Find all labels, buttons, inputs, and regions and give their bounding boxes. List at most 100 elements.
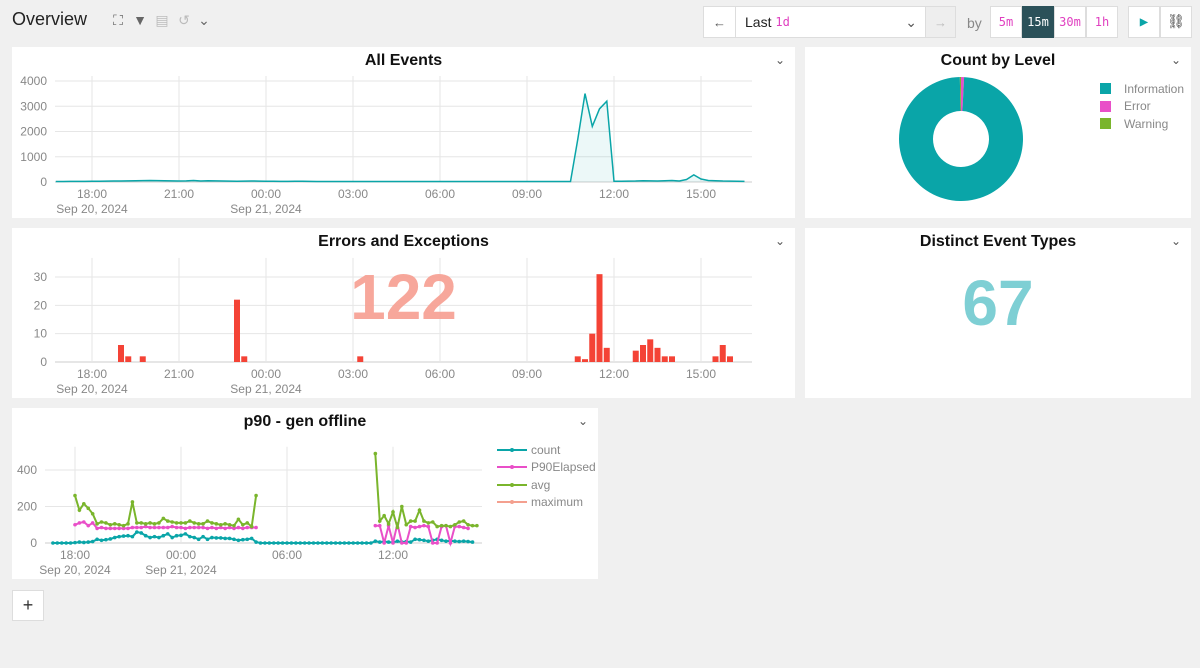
data-point xyxy=(413,525,417,530)
data-point xyxy=(461,525,466,530)
data-point xyxy=(205,519,210,523)
data-point xyxy=(152,522,157,526)
data-point xyxy=(179,521,183,525)
data-point xyxy=(205,526,210,531)
data-point xyxy=(236,525,241,530)
link-button[interactable]: ⛓ xyxy=(1160,6,1192,38)
data-point xyxy=(130,500,135,504)
data-point xyxy=(316,541,320,545)
legend-swatch xyxy=(1100,83,1111,95)
data-point xyxy=(223,536,227,541)
legend-swatch xyxy=(1100,100,1111,112)
undo-icon[interactable]: ↺ xyxy=(176,12,192,29)
y-tick-label: 2000 xyxy=(20,125,47,139)
data-point xyxy=(126,522,130,526)
data-point xyxy=(373,539,378,543)
panel-count-by-level: Count by Level ⌄ Information Error Warni… xyxy=(805,47,1191,218)
data-point xyxy=(157,521,161,525)
data-point xyxy=(444,523,448,528)
interval-1h-button[interactable]: 1h xyxy=(1086,6,1118,38)
error-bar xyxy=(661,356,668,362)
y-tick-label: 0 xyxy=(40,355,47,369)
interval-5m-button[interactable]: 5m xyxy=(990,6,1022,38)
data-point xyxy=(188,525,192,530)
panel-p90: p90 - gen offline ⌄ 0 200 400 18:00 Sep 20, … xyxy=(12,408,598,579)
data-point xyxy=(192,525,197,530)
data-point xyxy=(90,539,95,544)
data-point xyxy=(461,519,466,523)
data-point xyxy=(95,522,99,526)
data-point xyxy=(457,539,462,544)
legend-item[interactable]: Error xyxy=(1100,98,1184,116)
chevron-down-icon[interactable]: ⌄ xyxy=(1171,234,1181,248)
data-point xyxy=(214,526,219,531)
data-point xyxy=(342,541,347,545)
legend-item[interactable]: avg xyxy=(497,476,596,494)
data-point xyxy=(461,539,466,543)
range-select[interactable]: Last 1d ⌄ xyxy=(735,6,926,38)
data-point xyxy=(196,537,201,542)
play-button[interactable]: ▶ xyxy=(1128,6,1160,38)
data-point xyxy=(117,522,121,527)
data-point xyxy=(139,521,144,525)
data-point xyxy=(448,541,453,545)
x-date-label: Sep 21, 2024 xyxy=(230,382,302,396)
add-panel-button[interactable]: + xyxy=(12,590,44,621)
data-point xyxy=(413,537,417,542)
x-tick-label: 00:00 xyxy=(166,548,196,562)
error-bar xyxy=(632,350,639,362)
data-point xyxy=(245,521,250,525)
save-icon[interactable]: ▤ xyxy=(154,12,170,29)
error-bar xyxy=(640,345,646,362)
play-icon: ▶ xyxy=(1139,14,1149,30)
prev-range-button[interactable]: ← xyxy=(703,6,736,38)
data-point xyxy=(165,519,170,523)
data-point xyxy=(404,541,409,545)
legend-item[interactable]: P90Elapsed xyxy=(497,459,596,477)
data-point xyxy=(201,534,205,539)
data-point xyxy=(448,524,453,529)
data-point xyxy=(435,541,439,545)
link-icon: ⛓ xyxy=(1167,14,1185,30)
data-point xyxy=(241,522,245,527)
range-value: 1d xyxy=(775,15,790,29)
expand-icon[interactable]: ⛶ xyxy=(110,12,126,29)
p90-legend: count P90Elapsed avg maximum xyxy=(497,441,596,511)
count-by-level-donut xyxy=(899,77,1023,201)
data-point xyxy=(90,512,95,516)
data-point xyxy=(112,522,117,526)
data-point xyxy=(324,541,329,545)
x-tick-label: 00:00 xyxy=(251,367,281,381)
data-point xyxy=(139,525,144,530)
next-range-button[interactable]: → xyxy=(925,6,956,38)
filter-icon[interactable]: ▼ xyxy=(132,12,148,28)
legend-item[interactable]: maximum xyxy=(497,494,596,512)
data-point xyxy=(201,522,205,526)
data-point xyxy=(148,535,152,540)
interval-30m-button[interactable]: 30m xyxy=(1054,6,1086,38)
data-point xyxy=(73,522,77,527)
data-point xyxy=(382,513,386,518)
data-point xyxy=(236,517,241,522)
data-point xyxy=(68,541,73,545)
chevron-down-icon: ⌄ xyxy=(905,13,917,30)
legend-item[interactable]: Information xyxy=(1100,80,1184,98)
data-point xyxy=(426,539,431,543)
x-tick-label: 15:00 xyxy=(686,367,716,381)
data-point xyxy=(254,525,258,530)
y-tick-label: 0 xyxy=(40,175,47,189)
error-bar xyxy=(357,356,364,362)
data-point xyxy=(422,519,426,523)
legend-item[interactable]: count xyxy=(497,441,596,459)
data-point xyxy=(439,538,444,543)
data-point xyxy=(408,540,413,544)
data-point xyxy=(254,540,258,544)
data-point xyxy=(218,536,223,540)
interval-15m-button[interactable]: 15m xyxy=(1022,6,1054,38)
data-point xyxy=(51,541,55,545)
chevron-down-icon[interactable]: ⌄ xyxy=(196,12,212,29)
data-point xyxy=(426,521,431,525)
x-tick-label: 15:00 xyxy=(686,187,716,201)
legend-item[interactable]: Warning xyxy=(1100,115,1184,133)
data-point xyxy=(104,521,108,525)
